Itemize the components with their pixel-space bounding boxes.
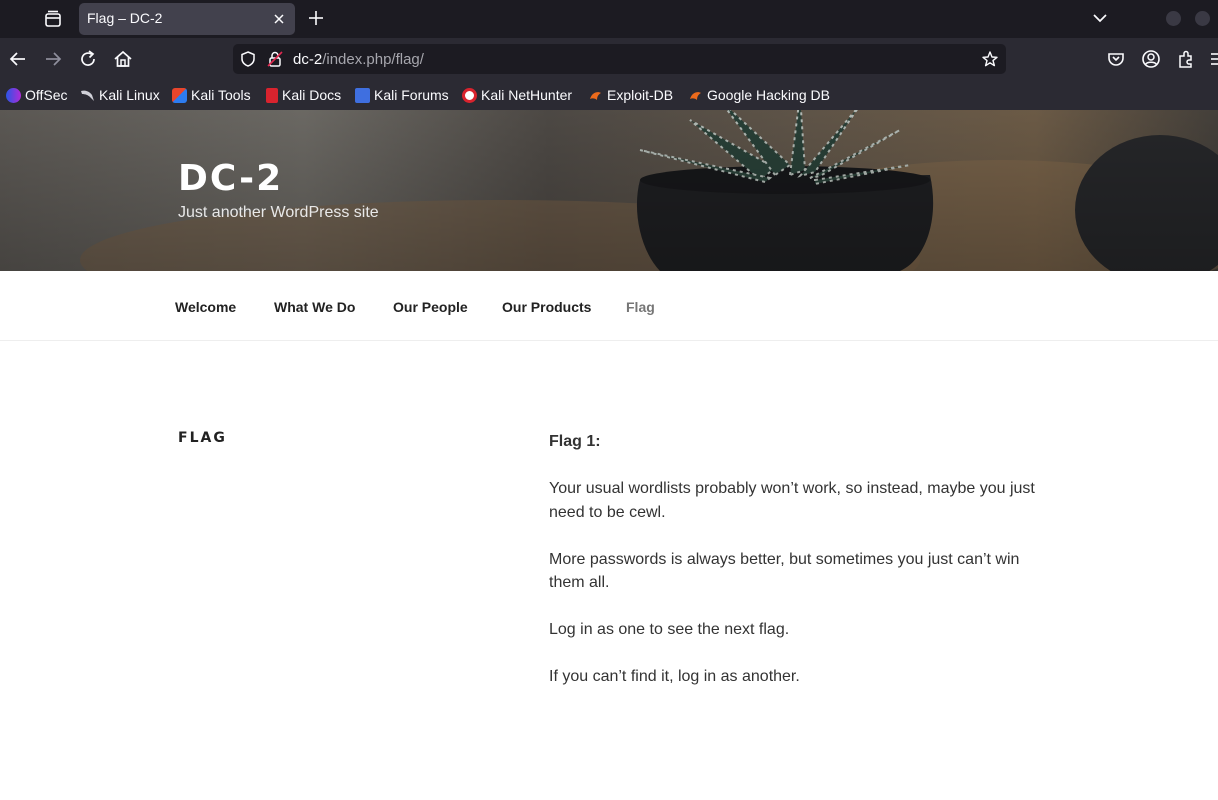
paragraph: Your usual wordlists probably won’t work… — [549, 480, 1035, 521]
paragraph: If you can’t find it, log in as another. — [549, 668, 800, 685]
bookmark-offsec[interactable]: OffSec — [6, 86, 68, 104]
bookmark-label: Kali Linux — [99, 87, 160, 103]
bookmark-exploit-db[interactable]: Exploit-DB — [588, 86, 673, 104]
menu-item-what-we-do[interactable]: What We Do — [274, 299, 355, 315]
browser-nav-bar: dc-2/index.php/flag/ — [0, 38, 1218, 80]
bookmark-label: Exploit-DB — [607, 87, 674, 103]
bookmark-label: Kali Tools — [191, 87, 251, 103]
main-navigation: Welcome What We Do Our People Our Produc… — [0, 271, 1218, 341]
menu-item-our-people[interactable]: Our People — [393, 299, 468, 315]
bookmark-label: Kali Forums — [374, 87, 449, 103]
bookmark-label: Kali NetHunter — [481, 87, 573, 103]
ghdb-icon — [690, 91, 701, 100]
flag-heading: Flag 1: — [549, 433, 601, 450]
paragraph: More passwords is always better, but som… — [549, 550, 1020, 592]
bookmark-star-icon[interactable] — [981, 50, 999, 68]
bookmark-kali-tools[interactable]: Kali Tools — [172, 86, 251, 104]
paragraph: Log in as one to see the next flag. — [549, 621, 790, 638]
bookmark-kali-forums[interactable]: Kali Forums — [355, 86, 449, 104]
page-title: FLAG — [178, 430, 227, 446]
url-host: dc-2 — [293, 51, 323, 68]
menu-item-our-products[interactable]: Our Products — [502, 299, 591, 315]
site-description: Just another WordPress site — [178, 204, 379, 221]
url-path: /index.php/flag/ — [322, 51, 424, 68]
chevron-down-icon[interactable] — [1091, 9, 1109, 27]
bookmark-label: Kali Docs — [282, 87, 342, 103]
kali-docs-icon — [266, 87, 278, 103]
pocket-icon[interactable] — [1105, 48, 1127, 70]
menu-icon[interactable] — [1208, 48, 1218, 70]
extensions-icon[interactable] — [1175, 48, 1197, 70]
site-title[interactable]: DC-2 — [178, 158, 283, 199]
url-bar[interactable]: dc-2/index.php/flag/ — [233, 44, 1006, 74]
bookmark-label: Google Hacking DB — [707, 87, 830, 103]
tab-title: Flag – DC-2 — [87, 10, 163, 26]
insecure-lock-icon[interactable] — [266, 50, 284, 68]
bookmark-kali-nethunter[interactable]: Kali NetHunter — [462, 86, 572, 104]
kali-tools-icon — [172, 87, 187, 103]
close-window-button[interactable] — [1195, 11, 1210, 26]
bookmarks-toolbar: OffSec Kali Linux Kali Tools Kali Docs K… — [0, 80, 1218, 110]
active-tab[interactable]: Flag – DC-2 — [79, 3, 295, 35]
bookmark-label: OffSec — [25, 87, 68, 103]
bookmark-google-hacking-db[interactable]: Google Hacking DB — [688, 86, 830, 104]
reload-icon[interactable] — [77, 48, 99, 70]
home-icon[interactable] — [112, 48, 134, 70]
kali-forums-icon — [355, 87, 370, 103]
entry-content: Flag 1: Your usual wordlists probably wo… — [549, 430, 1049, 712]
minimize-button[interactable] — [1166, 11, 1181, 26]
bookmark-kali-linux[interactable]: Kali Linux — [80, 86, 160, 104]
menu-item-welcome[interactable]: Welcome — [175, 299, 236, 315]
back-arrow-icon[interactable] — [7, 48, 29, 70]
menu-item-flag[interactable]: Flag — [626, 299, 655, 315]
nethunter-icon — [462, 87, 477, 103]
kali-dragon-icon — [81, 90, 94, 101]
shield-icon[interactable] — [239, 50, 257, 68]
exploit-db-icon — [590, 91, 601, 100]
close-tab-icon[interactable] — [271, 11, 287, 27]
bookmark-kali-docs[interactable]: Kali Docs — [266, 86, 341, 104]
tab-list-icon[interactable] — [42, 8, 64, 30]
account-icon[interactable] — [1140, 48, 1162, 70]
forward-arrow-icon[interactable] — [42, 48, 64, 70]
browser-tab-bar: Flag – DC-2 — [0, 0, 1218, 38]
offsec-icon — [6, 87, 21, 103]
new-tab-icon[interactable] — [306, 8, 326, 28]
header-image: DC-2 Just another WordPress site — [0, 110, 1218, 271]
url-text: dc-2/index.php/flag/ — [293, 51, 424, 68]
